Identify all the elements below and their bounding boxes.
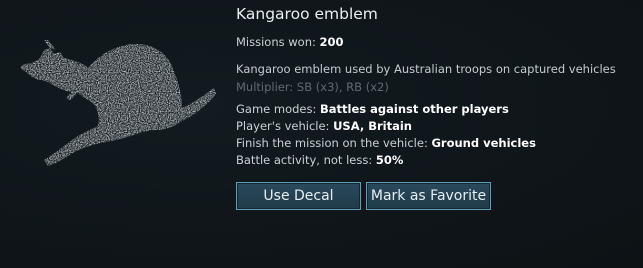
- battle-activity-label: Battle activity, not less:: [236, 153, 373, 167]
- finish-mission-vehicle: Finish the mission on the vehicle: Groun…: [236, 136, 536, 150]
- battle-activity: Battle activity, not less: 50%: [236, 153, 403, 167]
- kangaroo-emblem-icon: [14, 38, 218, 168]
- missions-value: 200: [319, 35, 344, 49]
- reward-multiplier: Multiplier: SB (x3), RB (x2): [236, 80, 389, 94]
- game-modes: Game modes: Battles against other player…: [236, 102, 509, 116]
- use-decal-button[interactable]: Use Decal: [236, 182, 361, 210]
- players-vehicle: Player's vehicle: USA, Britain: [236, 119, 412, 133]
- decal-info-panel: Kangaroo emblem Missions won: 200 Kangar…: [0, 0, 643, 268]
- finish-mission-label: Finish the mission on the vehicle:: [236, 136, 428, 150]
- game-modes-value: Battles against other players: [320, 102, 509, 116]
- battle-activity-value: 50%: [375, 153, 404, 167]
- players-vehicle-value: USA, Britain: [333, 119, 412, 133]
- players-vehicle-label: Player's vehicle:: [236, 119, 330, 133]
- decal-title: Kangaroo emblem: [236, 5, 378, 23]
- finish-mission-value: Ground vehicles: [431, 136, 536, 150]
- game-modes-label: Game modes:: [236, 102, 317, 116]
- mark-favorite-button[interactable]: Mark as Favorite: [366, 182, 491, 210]
- missions-label: Missions won:: [236, 35, 316, 49]
- missions-won: Missions won: 200: [236, 35, 344, 49]
- decal-description: Kangaroo emblem used by Australian troop…: [236, 62, 616, 76]
